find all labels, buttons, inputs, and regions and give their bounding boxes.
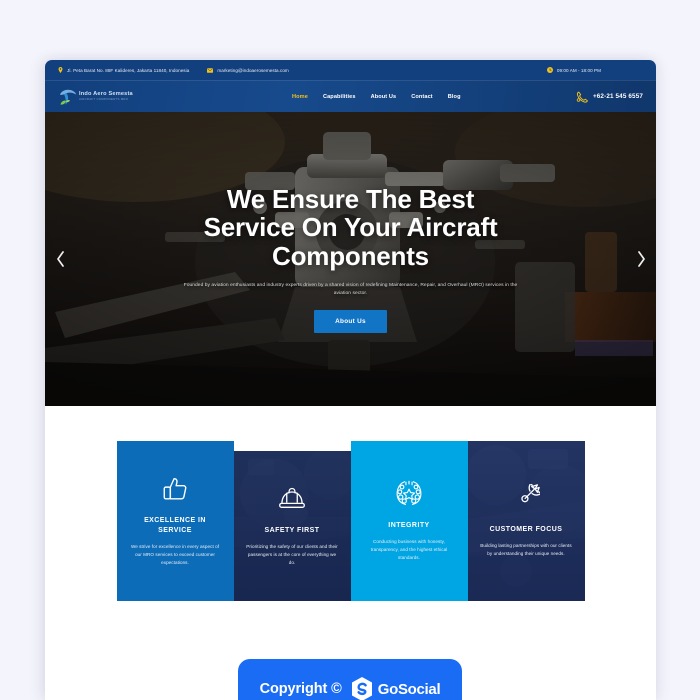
value-card-excellence-in-service[interactable]: EXCELLENCE IN SERVICE We strive for exce… bbox=[116, 441, 234, 601]
value-card-integrity[interactable]: INTEGRITY Conducting business with hones… bbox=[350, 441, 468, 601]
website-preview-frame: Jl. Peta Barat No. 88F Kalideres, Jakart… bbox=[45, 60, 656, 700]
topbar-email[interactable]: marketing@indoaerosemesta.com bbox=[207, 67, 289, 73]
core-values-section: EXCELLENCE IN SERVICE We strive for exce… bbox=[45, 406, 656, 601]
main-navigation-bar: Indo Aero Semesta AIRCRAFT COMPONENTS MR… bbox=[45, 80, 656, 112]
phone-icon bbox=[576, 91, 588, 103]
topbar-email-text: marketing@indoaerosemesta.com bbox=[217, 67, 289, 73]
chevron-left-icon[interactable] bbox=[52, 246, 68, 272]
nav-item-home[interactable]: Home bbox=[292, 94, 308, 100]
value-card-safety-first[interactable]: SAFETY FIRST Prioritizing the safety of … bbox=[233, 451, 351, 601]
core-values-card-row: EXCELLENCE IN SERVICE We strive for exce… bbox=[45, 441, 656, 601]
thumbs-up-icon bbox=[161, 475, 189, 503]
nav-item-about-us[interactable]: About Us bbox=[371, 94, 397, 100]
logo-tagline-text: AIRCRAFT COMPONENTS MRO bbox=[79, 97, 129, 102]
hard-hat-icon bbox=[278, 485, 306, 513]
gosocial-hexagon-logo-icon bbox=[350, 676, 374, 700]
gosocial-brand-name: GoSocial bbox=[377, 680, 441, 698]
nav-item-contact[interactable]: Contact bbox=[411, 94, 433, 100]
nav-phone-number: +62-21 545 6557 bbox=[592, 93, 643, 100]
value-card-body: Prioritizing the safety of our clients a… bbox=[246, 544, 338, 566]
target-dart-icon bbox=[512, 469, 555, 512]
topbar-hours-text: 09:00 AM - 18:00 PM bbox=[556, 67, 601, 73]
site-logo[interactable]: Indo Aero Semesta AIRCRAFT COMPONENTS MR… bbox=[58, 87, 133, 106]
nav-links: Home Capabilities About Us Contact Blog bbox=[292, 94, 461, 100]
nav-item-capabilities[interactable]: Capabilities bbox=[323, 94, 356, 100]
value-card-customer-focus[interactable]: CUSTOMER FOCUS Building lasting partners… bbox=[467, 441, 585, 601]
laurel-wreath-star-icon bbox=[394, 480, 424, 508]
value-card-title: INTEGRITY bbox=[388, 521, 430, 529]
value-card-title: SAFETY FIRST bbox=[264, 526, 320, 534]
topbar-address: Jl. Peta Barat No. 88F Kalideres, Jakart… bbox=[58, 67, 189, 73]
hero-subtitle: Founded by aviation enthusiasts and indu… bbox=[183, 282, 518, 296]
indo-aero-semesta-logo-icon bbox=[58, 87, 77, 106]
hero-about-us-button[interactable]: About Us bbox=[314, 310, 387, 334]
envelope-icon bbox=[207, 67, 214, 73]
nav-item-blog[interactable]: Blog bbox=[448, 94, 461, 100]
value-card-body: Building lasting partnerships with our c… bbox=[480, 543, 572, 557]
chevron-right-icon[interactable] bbox=[633, 246, 649, 272]
value-card-title: CUSTOMER FOCUS bbox=[489, 525, 563, 533]
gosocial-copyright-badge: Copyright © GoSocial bbox=[238, 659, 462, 700]
value-card-body: We strive for excellence in every aspect… bbox=[130, 544, 220, 566]
gosocial-brand: GoSocial bbox=[350, 676, 441, 700]
copyright-label: Copyright © bbox=[259, 681, 342, 697]
clock-icon bbox=[546, 67, 553, 73]
topbar-address-text: Jl. Peta Barat No. 88F Kalideres, Jakart… bbox=[67, 67, 190, 73]
hero-content: We Ensure The Best Service On Your Aircr… bbox=[45, 112, 656, 406]
topbar-hours: 09:00 AM - 18:00 PM bbox=[546, 67, 601, 73]
nav-phone-block[interactable]: +62-21 545 6557 bbox=[576, 91, 643, 103]
location-pin-icon bbox=[58, 67, 63, 73]
hero-title: We Ensure The Best Service On Your Aircr… bbox=[203, 183, 498, 271]
value-card-body: Conducting business with honesty, transp… bbox=[370, 539, 448, 561]
top-utility-bar: Jl. Peta Barat No. 88F Kalideres, Jakart… bbox=[45, 60, 656, 80]
value-card-title: EXCELLENCE IN SERVICE bbox=[144, 516, 206, 534]
hero-carousel: We Ensure The Best Service On Your Aircr… bbox=[45, 112, 656, 406]
